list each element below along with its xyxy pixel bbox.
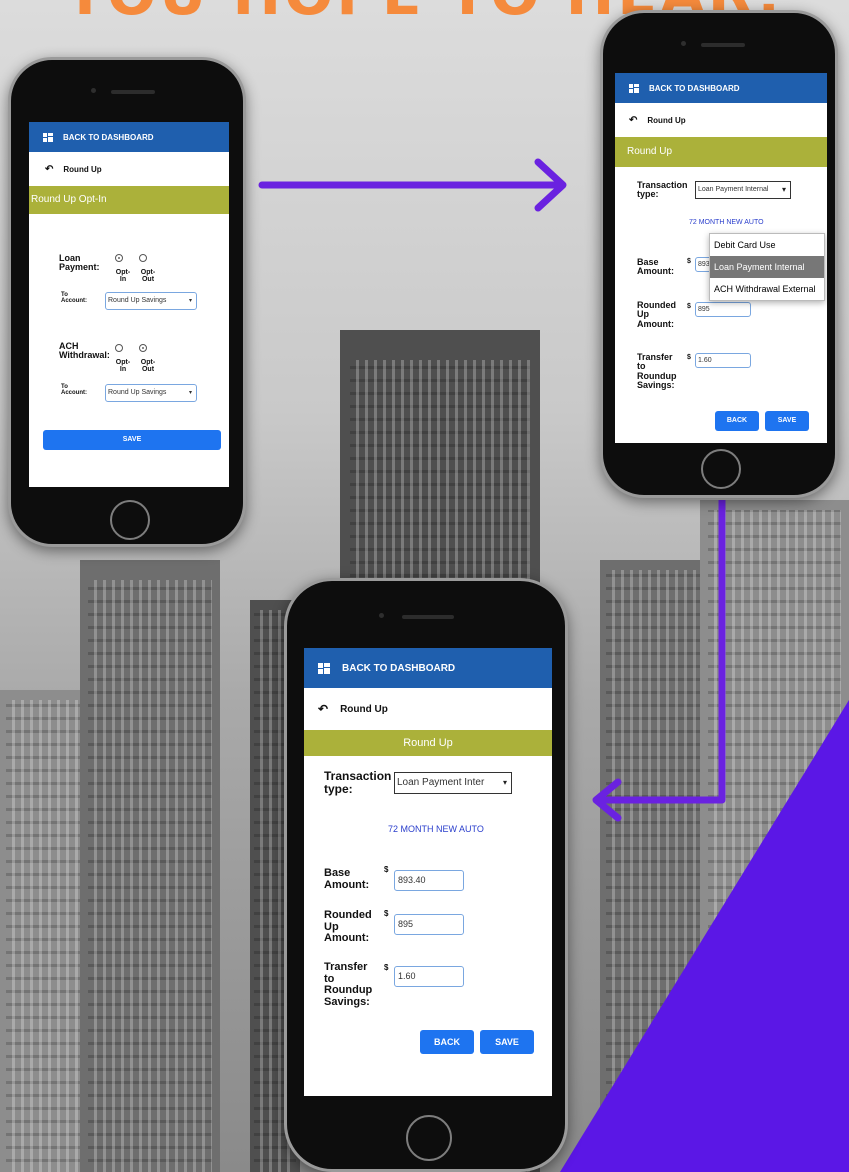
dashboard-icon xyxy=(43,132,53,142)
speaker-grille xyxy=(701,43,745,47)
loan-name: 72 MONTH NEW AUTO xyxy=(388,824,484,834)
dropdown-option[interactable]: Debit Card Use xyxy=(710,234,824,256)
base-amount-label: Base Amount: xyxy=(324,867,370,891)
chevron-down-icon: ▾ xyxy=(188,298,192,304)
section-header: Round Up xyxy=(304,730,552,756)
save-button[interactable]: SAVE xyxy=(480,1030,534,1054)
chevron-down-icon: ▾ xyxy=(188,390,192,396)
loan-to-account-select[interactable]: Round Up Savings ▾ xyxy=(105,292,197,310)
rounded-up-amount-label: Rounded Up Amount: xyxy=(637,300,676,329)
back-to-dashboard-bar[interactable]: BACK TO DASHBOARD xyxy=(29,122,229,152)
ach-opt-in-label: Opt-In xyxy=(115,359,131,374)
back-to-dashboard-label: BACK TO DASHBOARD xyxy=(649,83,740,93)
camera-icon xyxy=(91,88,96,93)
camera-icon xyxy=(681,41,686,46)
nav-title: Round Up xyxy=(647,115,686,125)
nav-title: Round Up xyxy=(63,164,102,174)
arrow-down-left-icon xyxy=(592,500,726,822)
transaction-type-select[interactable]: Loan Payment Inter ▾ xyxy=(394,772,512,794)
transfer-input[interactable]: 1.60 xyxy=(695,353,751,368)
loan-opt-out-label: Opt-Out xyxy=(140,269,156,284)
dashboard-icon xyxy=(318,662,330,674)
ach-withdrawal-label: ACH Withdrawal: xyxy=(59,341,110,361)
currency-symbol: $ xyxy=(384,865,389,874)
base-amount-input[interactable]: 893.40 xyxy=(394,870,464,891)
phone-transaction-dropdown: BACK TO DASHBOARD ↶ Round Up Round Up Tr… xyxy=(600,10,838,498)
rounded-up-amount-label: Rounded Up Amount: xyxy=(324,909,372,945)
transaction-type-value: Loan Payment Internal xyxy=(698,186,769,193)
back-arrow-icon[interactable]: ↶ xyxy=(629,115,637,126)
save-button[interactable]: SAVE xyxy=(765,411,809,431)
loan-to-account-value: Round Up Savings xyxy=(108,297,167,304)
nav-bar: ↶ Round Up xyxy=(304,688,552,730)
transfer-label: Transfer to Roundup Savings: xyxy=(637,352,677,391)
transaction-type-select[interactable]: Loan Payment Internal ▾ xyxy=(695,181,791,199)
phone-round-up-details: BACK TO DASHBOARD ↶ Round Up Round Up Tr… xyxy=(284,578,568,1172)
loan-name: 72 MONTH NEW AUTO xyxy=(689,219,764,226)
save-button[interactable]: SAVE xyxy=(43,430,221,450)
home-button[interactable] xyxy=(701,449,741,489)
currency-symbol: $ xyxy=(687,354,691,361)
loan-opt-out-radio[interactable] xyxy=(139,254,147,262)
home-button[interactable] xyxy=(110,500,150,540)
ach-opt-out-label: Opt-Out xyxy=(140,359,156,374)
ach-to-account-label: To Account: xyxy=(61,384,87,397)
back-to-dashboard-bar[interactable]: BACK TO DASHBOARD xyxy=(615,73,827,103)
loan-payment-label: Loan Payment: xyxy=(59,253,100,273)
nav-title: Round Up xyxy=(340,703,388,715)
currency-symbol: $ xyxy=(687,258,691,265)
back-button[interactable]: BACK xyxy=(715,411,759,431)
currency-symbol: $ xyxy=(384,909,389,918)
back-to-dashboard-label: BACK TO DASHBOARD xyxy=(63,132,154,142)
chevron-down-icon: ▾ xyxy=(781,185,786,194)
base-amount-label: Base Amount: xyxy=(637,257,674,277)
transaction-type-label: Transaction type: xyxy=(637,180,688,200)
loan-opt-in-label: Opt-In xyxy=(115,269,131,284)
transfer-input[interactable]: 1.60 xyxy=(394,966,464,987)
section-header: Round Up Opt-In xyxy=(29,186,229,214)
back-to-dashboard-label: BACK TO DASHBOARD xyxy=(342,662,456,674)
currency-symbol: $ xyxy=(687,303,691,310)
transaction-type-label: Transaction type: xyxy=(324,769,392,796)
ach-to-account-select[interactable]: Round Up Savings ▾ xyxy=(105,384,197,402)
section-header: Round Up xyxy=(615,137,827,167)
currency-symbol: $ xyxy=(384,963,389,972)
loan-opt-in-radio[interactable] xyxy=(115,254,123,262)
transfer-label: Transfer to Roundup Savings: xyxy=(324,961,373,1008)
chevron-down-icon: ▾ xyxy=(502,778,507,787)
speaker-grille xyxy=(111,90,155,94)
home-button[interactable] xyxy=(406,1115,452,1161)
screen: BACK TO DASHBOARD ↶ Round Up Round Up Tr… xyxy=(615,73,827,443)
back-button[interactable]: BACK xyxy=(420,1030,474,1054)
back-to-dashboard-bar[interactable]: BACK TO DASHBOARD xyxy=(304,648,552,688)
ach-opt-in-radio[interactable] xyxy=(115,344,123,352)
dashboard-icon xyxy=(629,83,639,93)
rounded-up-amount-input[interactable]: 895 xyxy=(695,302,751,317)
dropdown-option-highlighted[interactable]: Loan Payment Internal xyxy=(710,256,824,278)
transaction-type-dropdown: Debit Card Use Loan Payment Internal ACH… xyxy=(709,233,825,301)
loan-to-account-label: To Account: xyxy=(61,292,87,305)
arrow-right-icon xyxy=(258,158,567,212)
back-arrow-icon[interactable]: ↶ xyxy=(318,702,328,716)
screen: BACK TO DASHBOARD ↶ Round Up Round Up Tr… xyxy=(304,648,552,1096)
nav-bar: ↶ Round Up xyxy=(615,103,827,137)
phone-opt-in: BACK TO DASHBOARD ↶ Round Up Round Up Op… xyxy=(8,57,246,547)
speaker-grille xyxy=(402,615,454,619)
camera-icon xyxy=(379,613,384,618)
nav-bar: ↶ Round Up xyxy=(29,152,229,186)
rounded-up-amount-input[interactable]: 895 xyxy=(394,914,464,935)
back-arrow-icon[interactable]: ↶ xyxy=(45,164,53,175)
ach-opt-out-radio[interactable] xyxy=(139,344,147,352)
ach-to-account-value: Round Up Savings xyxy=(108,389,167,396)
screen: BACK TO DASHBOARD ↶ Round Up Round Up Op… xyxy=(29,122,229,487)
dropdown-option[interactable]: ACH Withdrawal External xyxy=(710,278,824,300)
transaction-type-value: Loan Payment Inter xyxy=(397,777,485,788)
